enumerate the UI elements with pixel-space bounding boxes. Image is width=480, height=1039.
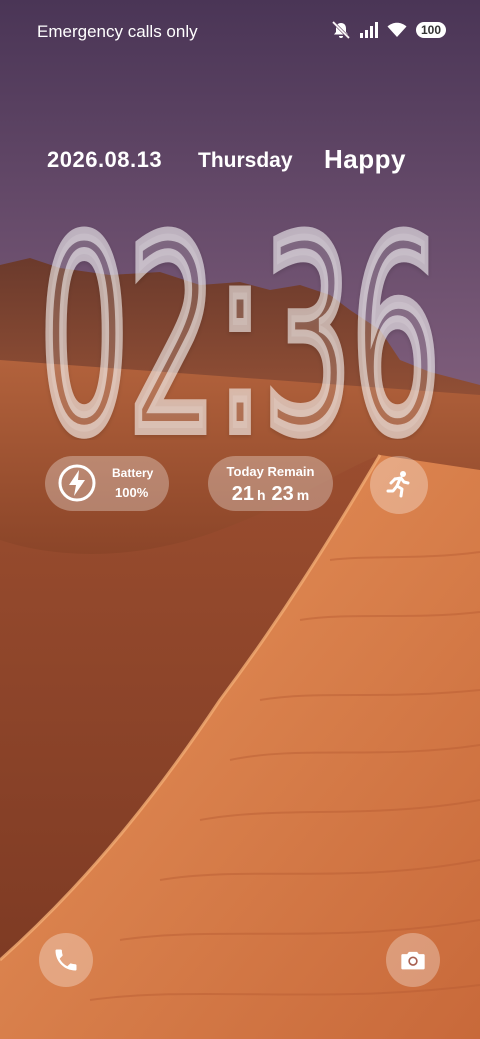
battery-widget-value: 100%: [115, 485, 149, 500]
running-person-icon: [386, 471, 410, 498]
camera-icon: [401, 951, 425, 970]
remain-minutes-unit: m: [296, 487, 310, 503]
remain-hours: 21: [231, 483, 254, 505]
remain-hours-unit: h: [256, 487, 266, 503]
battery-widget-label: Battery: [112, 466, 154, 480]
battery-level-badge: 100: [415, 22, 446, 38]
today-remain-widget[interactable]: Today Remain 21 h 23 m: [208, 456, 333, 511]
activity-widget[interactable]: [370, 456, 428, 514]
phone-icon: [55, 949, 77, 971]
clock-display: 02:36: [33, 178, 447, 440]
mute-icon: [331, 21, 351, 39]
remain-minutes: 23: [271, 483, 294, 505]
camera-shortcut-button[interactable]: [386, 933, 440, 987]
battery-widget[interactable]: Battery 100%: [45, 456, 169, 511]
clock-time: 02:36: [40, 185, 440, 440]
wifi-icon: [387, 22, 407, 37]
charging-bolt-icon: [58, 464, 96, 502]
phone-shortcut-button[interactable]: [39, 933, 93, 987]
status-icons: 100: [331, 21, 446, 39]
carrier-status-text: Emergency calls only: [37, 22, 198, 41]
today-remain-label: Today Remain: [226, 464, 315, 479]
status-bar: Emergency calls only 100: [0, 0, 480, 62]
signal-icon: [359, 22, 378, 38]
today-remain-time: 21 h 23 m: [208, 483, 333, 506]
